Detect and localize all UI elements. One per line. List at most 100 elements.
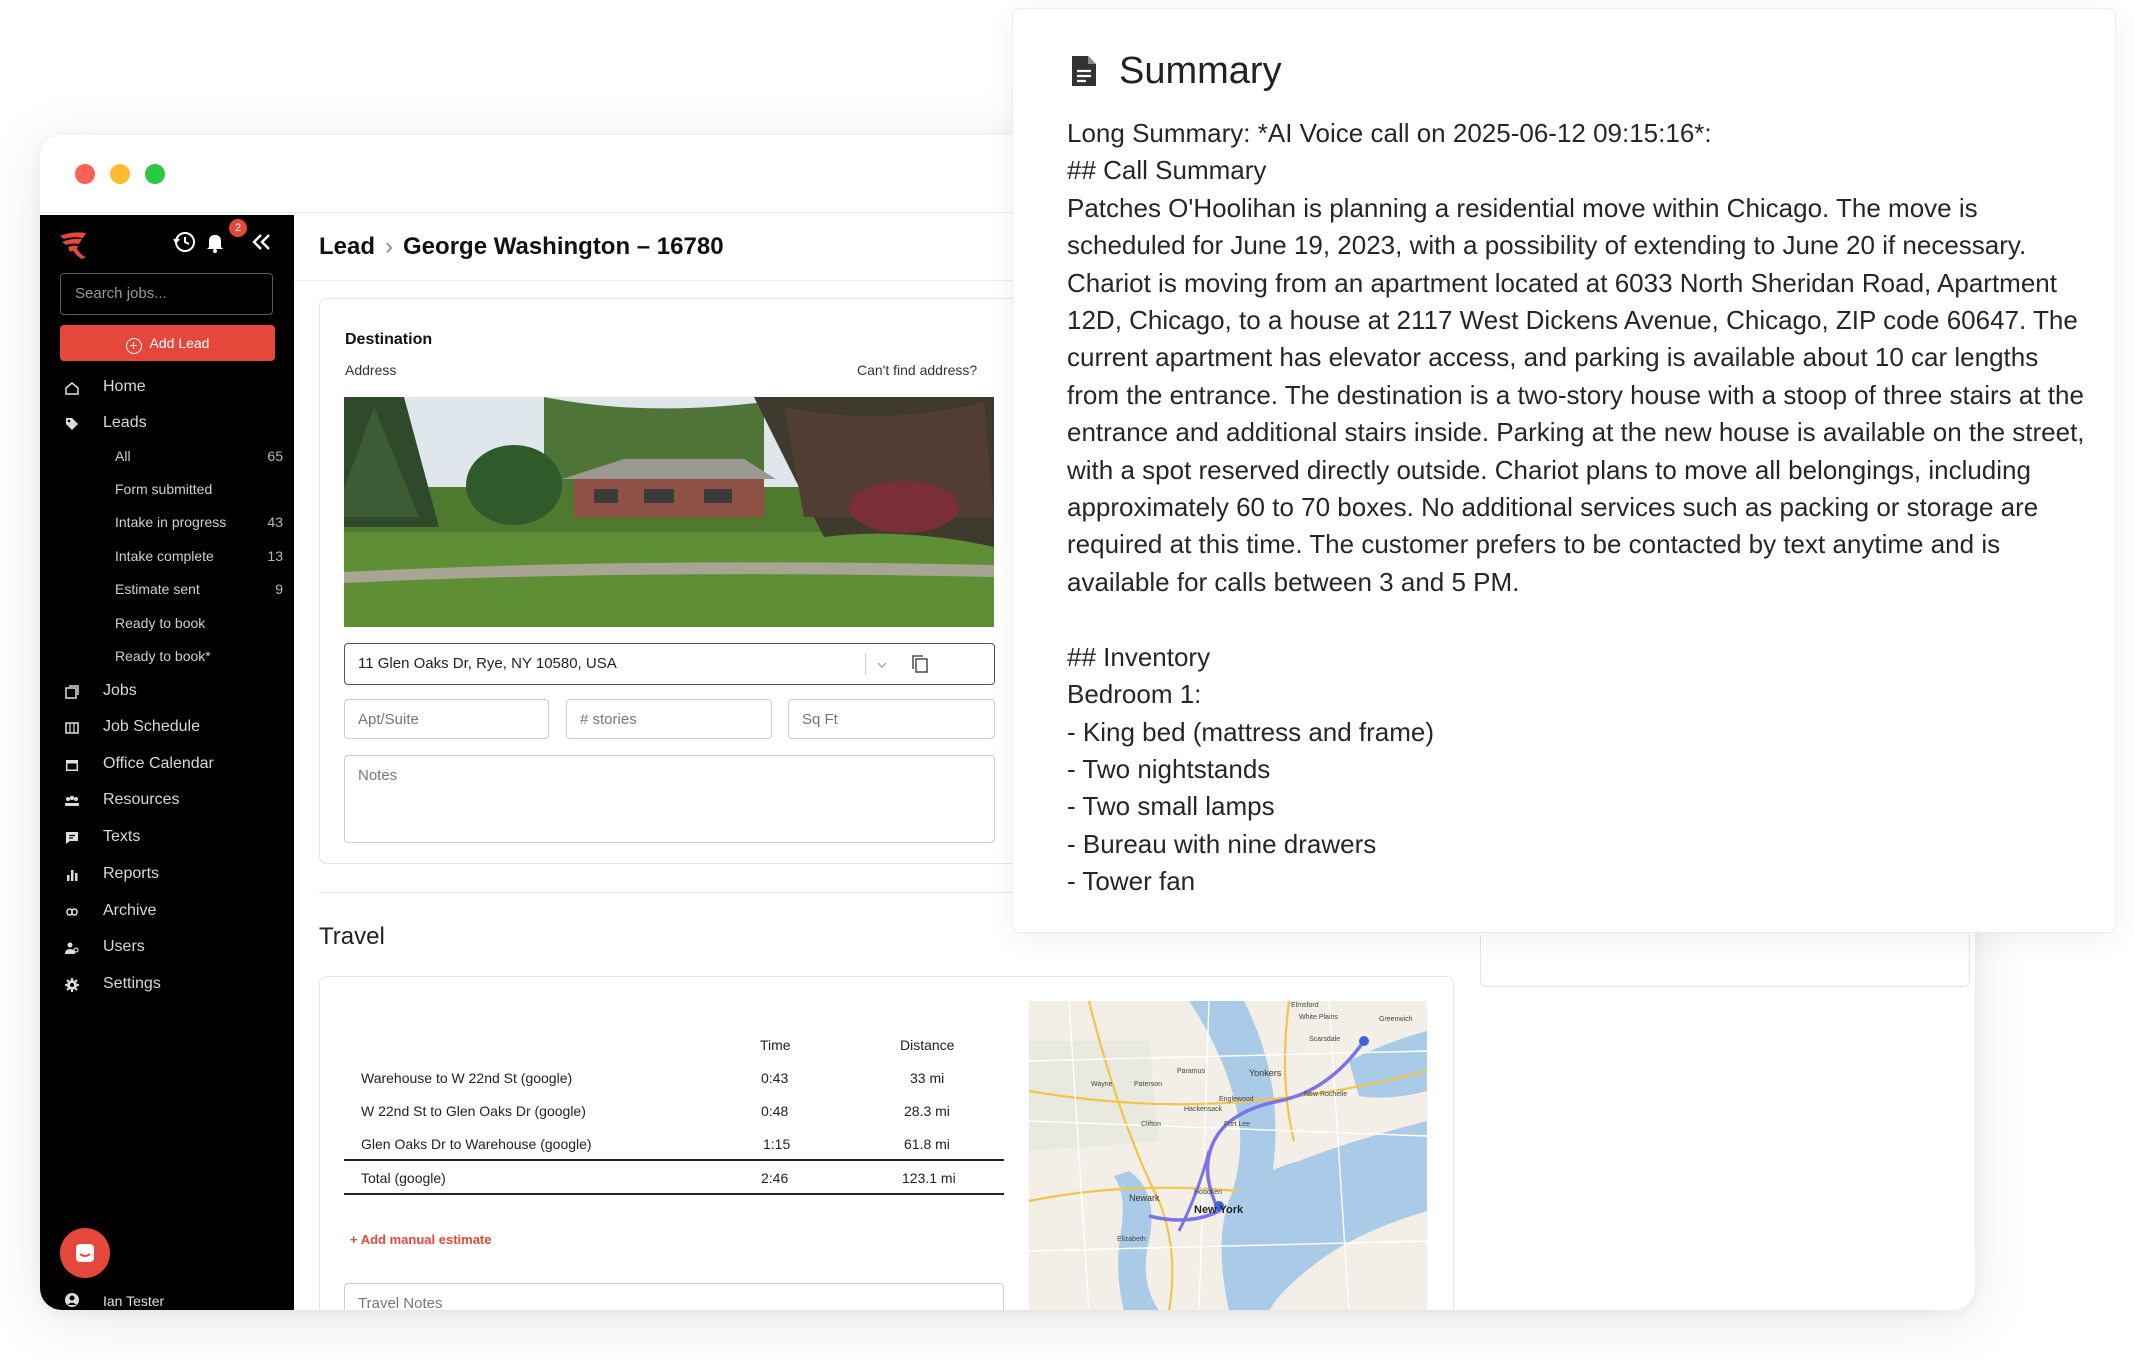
chevron-right-icon: ›	[385, 233, 394, 260]
nav-reports[interactable]: Reports	[40, 860, 294, 890]
people-icon	[65, 795, 79, 806]
map-label: Englewood	[1219, 1096, 1254, 1103]
travel-notes-input[interactable]: Travel Notes	[344, 1283, 1004, 1310]
filter-count: 65	[267, 448, 283, 464]
map-label: Wayne	[1091, 1081, 1113, 1088]
filter-label: Ready to book*	[115, 648, 211, 664]
map-label: Elmsford	[1291, 1002, 1319, 1009]
chevron-down-icon[interactable]	[875, 658, 889, 672]
nav-leads[interactable]: Leads	[40, 409, 294, 439]
nav-label: Reports	[103, 865, 160, 882]
leads-filter-intake-complete[interactable]: Intake complete 13	[40, 543, 294, 571]
street-view-image	[344, 397, 994, 627]
destination-notes-input[interactable]: Notes	[344, 755, 995, 843]
map-label: Newark	[1129, 1193, 1160, 1203]
route-name: W 22nd St to Glen Oaks Dr (google)	[361, 1103, 586, 1119]
nav-texts[interactable]: Texts	[40, 823, 294, 853]
address-input[interactable]: 11 Glen Oaks Dr, Rye, NY 10580, USA	[344, 643, 995, 685]
message-icon	[66, 832, 78, 844]
home-icon	[65, 382, 79, 395]
leads-filter-intake-in-progress[interactable]: Intake in progress 43	[40, 509, 294, 537]
collapse-sidebar-icon[interactable]	[246, 227, 276, 257]
window-minimize-button[interactable]	[110, 164, 130, 184]
add-lead-label: Add Lead	[149, 335, 210, 351]
users-icon	[65, 942, 79, 954]
summary-panel: Summary Long Summary: *AI Voice call on …	[1012, 8, 2116, 933]
nav-label: Home	[103, 378, 146, 395]
cant-find-address-link[interactable]: Can't find address?	[857, 362, 977, 378]
document-icon	[1072, 56, 1096, 86]
route-name: Warehouse to W 22nd St (google)	[361, 1070, 573, 1086]
add-lead-button[interactable]: + Add Lead	[60, 325, 275, 361]
nav-label: Jobs	[103, 682, 137, 699]
app-logo-icon[interactable]	[56, 227, 92, 263]
nav-resources[interactable]: Resources	[40, 786, 294, 816]
schedule-icon	[65, 722, 79, 734]
filter-label: Intake in progress	[115, 514, 227, 530]
summary-title: Summary	[1119, 50, 1282, 92]
map-label: Fort Lee	[1224, 1121, 1250, 1128]
map-label: Yonkers	[1249, 1068, 1282, 1078]
leads-filter-estimate-sent[interactable]: Estimate sent 9	[40, 576, 294, 604]
stories-input[interactable]: # stories	[566, 699, 772, 739]
sqft-input[interactable]: Sq Ft	[788, 699, 995, 739]
filter-label: Form submitted	[115, 481, 213, 497]
map-label: Greenwich	[1379, 1016, 1413, 1023]
history-icon[interactable]	[170, 227, 200, 257]
calendar-icon	[66, 760, 78, 771]
map-label: New York	[1194, 1204, 1244, 1216]
nav-home[interactable]: Home	[40, 373, 294, 403]
leads-filter-ready-to-book[interactable]: Ready to book	[40, 610, 294, 638]
nav-job-schedule[interactable]: Job Schedule	[40, 713, 294, 743]
distance-header: Distance	[900, 1037, 955, 1053]
nav-label: Settings	[103, 975, 161, 992]
nav-jobs[interactable]: Jobs	[40, 677, 294, 707]
nav-users[interactable]: Users	[40, 933, 294, 963]
map-label: White Plains	[1299, 1014, 1338, 1021]
address-value: 11 Glen Oaks Dr, Rye, NY 10580, USA	[358, 655, 617, 672]
user-avatar-icon	[65, 1293, 79, 1307]
nav-archive[interactable]: Archive	[40, 897, 294, 927]
bell-icon[interactable]	[200, 227, 230, 257]
route-distance: 61.8 mi	[904, 1136, 950, 1152]
leads-filter-ready-to-book-star[interactable]: Ready to book*	[40, 643, 294, 671]
window-maximize-button[interactable]	[145, 164, 165, 184]
route-time: 0:43	[761, 1070, 789, 1086]
filter-label: Ready to book	[115, 615, 206, 631]
nav-settings[interactable]: Settings	[40, 970, 294, 1000]
map-label: Hackensack	[1184, 1106, 1223, 1113]
nav-label: Texts	[103, 828, 141, 845]
breadcrumb: Lead › George Washington – 16780	[319, 233, 724, 261]
breadcrumb-root[interactable]: Lead	[319, 233, 375, 260]
filter-count: 43	[267, 514, 283, 530]
table-divider	[344, 1159, 1004, 1161]
time-header: Time	[760, 1037, 791, 1053]
total-time: 2:46	[761, 1170, 789, 1186]
nav-label: Leads	[103, 414, 147, 431]
nav-label: Resources	[103, 791, 180, 808]
user-name: Ian Tester	[103, 1293, 165, 1309]
route-map[interactable]: Yonkers New York Newark Paterson White P…	[1029, 1001, 1427, 1310]
destination-title: Destination	[345, 331, 433, 348]
map-label: Scarsdale	[1309, 1036, 1340, 1043]
jobs-icon	[65, 685, 79, 699]
map-label: New Rochelle	[1304, 1091, 1347, 1098]
route-name: Glen Oaks Dr to Warehouse (google)	[361, 1136, 592, 1152]
nav-label: Job Schedule	[103, 718, 200, 735]
add-manual-estimate-button[interactable]: + Add manual estimate	[350, 1232, 491, 1247]
current-user[interactable]: Ian Tester	[40, 1290, 294, 1310]
nav-label: Archive	[103, 902, 157, 919]
filter-label: Estimate sent	[115, 581, 200, 597]
chat-launcher-button[interactable]	[60, 1228, 110, 1278]
search-input[interactable]: Search jobs...	[60, 273, 273, 315]
total-distance: 123.1 mi	[902, 1170, 956, 1186]
window-close-button[interactable]	[75, 164, 95, 184]
copy-icon[interactable]	[909, 653, 931, 675]
leads-filter-all[interactable]: All 65	[40, 443, 294, 471]
nav-office-calendar[interactable]: Office Calendar	[40, 750, 294, 780]
infinity-icon	[66, 908, 78, 916]
apt-suite-input[interactable]: Apt/Suite	[344, 699, 549, 739]
leads-filter-form-submitted[interactable]: Form submitted	[40, 476, 294, 504]
summary-text: Long Summary: *AI Voice call on 2025-06-…	[1067, 118, 2085, 897]
map-label: Paramus	[1177, 1068, 1206, 1075]
